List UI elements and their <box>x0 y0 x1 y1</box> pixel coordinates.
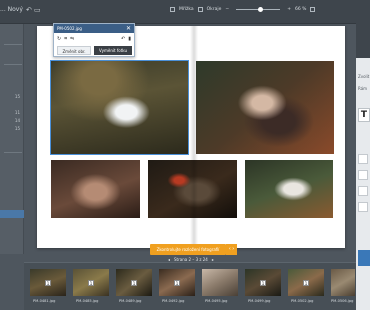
usage-count-badge: 1 <box>88 280 94 286</box>
photo-couple-field[interactable] <box>50 60 189 155</box>
thumb-filename: PM-0495.jpg <box>205 299 228 303</box>
left-panel-divider <box>4 64 22 65</box>
grid-label: Mřížka <box>179 7 194 12</box>
trash-icon[interactable]: ▮ <box>128 36 131 42</box>
photo-edit-popup: PM-0502.jpg ✕ ↻ ⌗ ⇋ ↶ ▮ Změnit obr. Vymě… <box>53 23 135 57</box>
right-panel-text: Zvolit <box>358 74 370 79</box>
layout-check-banner[interactable]: Zkontrolujte rozložení fotografií <box>150 244 226 255</box>
photo-bride[interactable] <box>245 160 333 218</box>
thumb-filename: PM-0502.jpg <box>291 299 314 303</box>
margins-checkbox[interactable] <box>197 7 203 12</box>
apply-button[interactable] <box>358 250 370 266</box>
filmstrip-thumb[interactable] <box>202 269 238 296</box>
replace-photo-button[interactable]: Vyměnit fotku <box>94 46 132 55</box>
top-toolbar: ... Nový ↶ ▭ Mřížka Okraje − + 66 % <box>0 0 370 24</box>
left-panel-divider <box>4 44 22 45</box>
left-panel-selected-item[interactable] <box>0 210 24 218</box>
left-panel-value: 14 <box>14 118 20 123</box>
zoom-knob[interactable] <box>258 7 264 12</box>
undo-icon[interactable]: ↶ <box>26 6 32 14</box>
undo-icon[interactable]: ↶ <box>121 36 125 42</box>
grid-checkbox[interactable] <box>170 7 175 12</box>
left-panel-divider <box>4 152 22 153</box>
project-title: ... Nový <box>0 6 23 13</box>
left-panel-value: 11 <box>14 110 20 115</box>
flip-icon[interactable]: ⇋ <box>70 36 74 42</box>
usage-count-badge: 1 <box>45 280 51 286</box>
fit-checkbox[interactable] <box>310 7 316 12</box>
banner-arrows[interactable]: ‹ › <box>226 244 237 255</box>
folder-icon[interactable]: ▭ <box>34 6 41 14</box>
usage-count-badge: 1 <box>131 280 137 286</box>
zoom-slider[interactable] <box>236 7 281 12</box>
color-swatch[interactable] <box>358 154 368 164</box>
zoom-in-icon[interactable]: + <box>287 7 291 12</box>
left-panel: 15 11 14 15 <box>0 24 24 254</box>
color-swatch[interactable] <box>358 170 368 180</box>
filmstrip-divider <box>24 262 356 263</box>
thumb-filename: PM-0506.jpg <box>331 299 354 303</box>
text-tool-icon[interactable]: T <box>358 108 370 122</box>
photo-hands-rings[interactable] <box>51 160 140 218</box>
spread-fold <box>190 26 198 248</box>
thumb-filename: PM-0499.jpg <box>248 299 271 303</box>
left-panel-value: 15 <box>14 94 20 99</box>
popup-tools-right: ↶ ▮ <box>121 36 131 42</box>
usage-count-badge: 1 <box>303 280 309 286</box>
filmstrip-thumb[interactable] <box>331 269 355 296</box>
photo-couple-portrait[interactable] <box>196 61 334 154</box>
crop-icon[interactable]: ⌗ <box>64 36 67 42</box>
usage-count-badge: 1 <box>260 280 266 286</box>
popup-title: PM-0502.jpg <box>57 26 82 31</box>
zoom-out-icon[interactable]: − <box>225 7 229 12</box>
zoom-value: 66 % <box>294 7 307 12</box>
change-photo-button[interactable]: Změnit obr. <box>57 46 91 55</box>
thumb-filename: PM-0481.jpg <box>33 299 56 303</box>
popup-header: PM-0502.jpg ✕ <box>54 24 134 33</box>
thumb-filename: PM-0485.jpg <box>76 299 99 303</box>
close-icon[interactable]: ✕ <box>126 24 131 33</box>
popup-tools-left: ↻ ⌗ ⇋ <box>57 36 74 42</box>
usage-count-badge: 1 <box>174 280 180 286</box>
right-panel-text: Rám <box>358 86 368 91</box>
right-panel-header <box>356 14 370 58</box>
margins-label: Okraje <box>206 7 222 12</box>
thumb-filename: PM-0492.jpg <box>162 299 185 303</box>
color-swatch[interactable] <box>358 186 368 196</box>
rotate-icon[interactable]: ↻ <box>57 36 61 42</box>
thumb-filename: PM-0489.jpg <box>119 299 142 303</box>
color-swatch[interactable] <box>358 202 368 212</box>
right-panel: Zvolit Rám T <box>356 14 370 310</box>
left-panel-value: 15 <box>14 126 20 131</box>
view-tools: Mřížka Okraje − + 66 % <box>170 7 316 12</box>
